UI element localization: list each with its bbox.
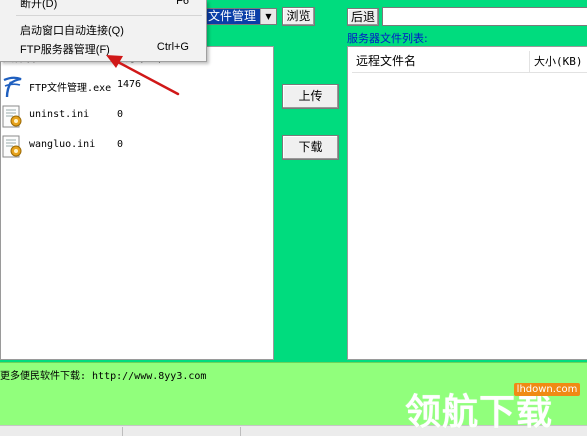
chevron-down-icon[interactable]: ▼	[260, 9, 276, 24]
remote-col-name[interactable]: 远程文件名	[352, 51, 530, 72]
watermark-site-badge: lhdown.com	[514, 383, 580, 396]
local-file-row[interactable]: FTP文件管理.exe 1476	[1, 75, 273, 98]
status-divider	[240, 427, 241, 436]
local-file-row[interactable]: uninst.ini 0	[1, 105, 273, 128]
telecom-logo-icon	[1, 75, 25, 99]
menu-item-shortcut: F6	[176, 0, 189, 7]
remote-list-header: 远程文件名 大小(KB)	[352, 51, 587, 73]
local-file-name: uninst.ini	[29, 109, 90, 120]
local-file-name: FTP文件管理.exe	[29, 83, 112, 94]
ini-settings-file-icon	[1, 135, 25, 159]
server-path-input[interactable]	[382, 7, 587, 26]
menu-item-ftp-server-manage[interactable]: FTP服务器管理(F) Ctrl+G	[0, 38, 206, 58]
combo-selected-value: 文件管理	[206, 9, 261, 24]
local-file-list[interactable]: 文件名 大小(KB) FTP文件管理.exe 1476 uninst.ini	[0, 46, 274, 360]
browse-button[interactable]: 浏览	[282, 7, 315, 26]
context-menu[interactable]: 断开(D) F6 启动窗口自动连接(Q) FTP服务器管理(F) Ctrl+G	[0, 0, 207, 62]
status-divider	[122, 427, 123, 436]
menu-item-label: 启动窗口自动连接(Q)	[20, 25, 124, 37]
remote-file-list[interactable]: 远程文件名 大小(KB)	[347, 46, 587, 360]
menu-separator	[16, 15, 202, 16]
menu-item-label: 断开(D)	[20, 0, 58, 10]
download-button[interactable]: 下载	[282, 135, 339, 160]
view-mode-combo[interactable]: 文件管理 ▼	[205, 8, 277, 25]
remote-col-size[interactable]: 大小(KB)	[534, 51, 583, 72]
upload-button[interactable]: 上传	[282, 84, 339, 109]
ini-settings-file-icon	[1, 105, 25, 129]
menu-item-auto-connect[interactable]: 启动窗口自动连接(Q)	[0, 19, 206, 39]
menu-item-label: FTP服务器管理(F)	[20, 44, 110, 56]
back-button[interactable]: 后退	[347, 8, 379, 26]
local-file-row[interactable]: wangluo.ini 0	[1, 135, 273, 158]
local-file-name: wangluo.ini	[29, 139, 96, 150]
menu-item-shortcut: Ctrl+G	[156, 41, 189, 53]
local-file-size: 0	[117, 139, 124, 150]
log-text: 更多便民软件下载: http://www.8yy3.com	[0, 371, 207, 382]
local-file-size: 0	[117, 109, 124, 120]
local-file-size: 1476	[117, 79, 142, 90]
menu-item-disconnect[interactable]: 断开(D) F6	[0, 0, 206, 12]
server-file-list-caption: 服务器文件列表:	[347, 32, 428, 45]
